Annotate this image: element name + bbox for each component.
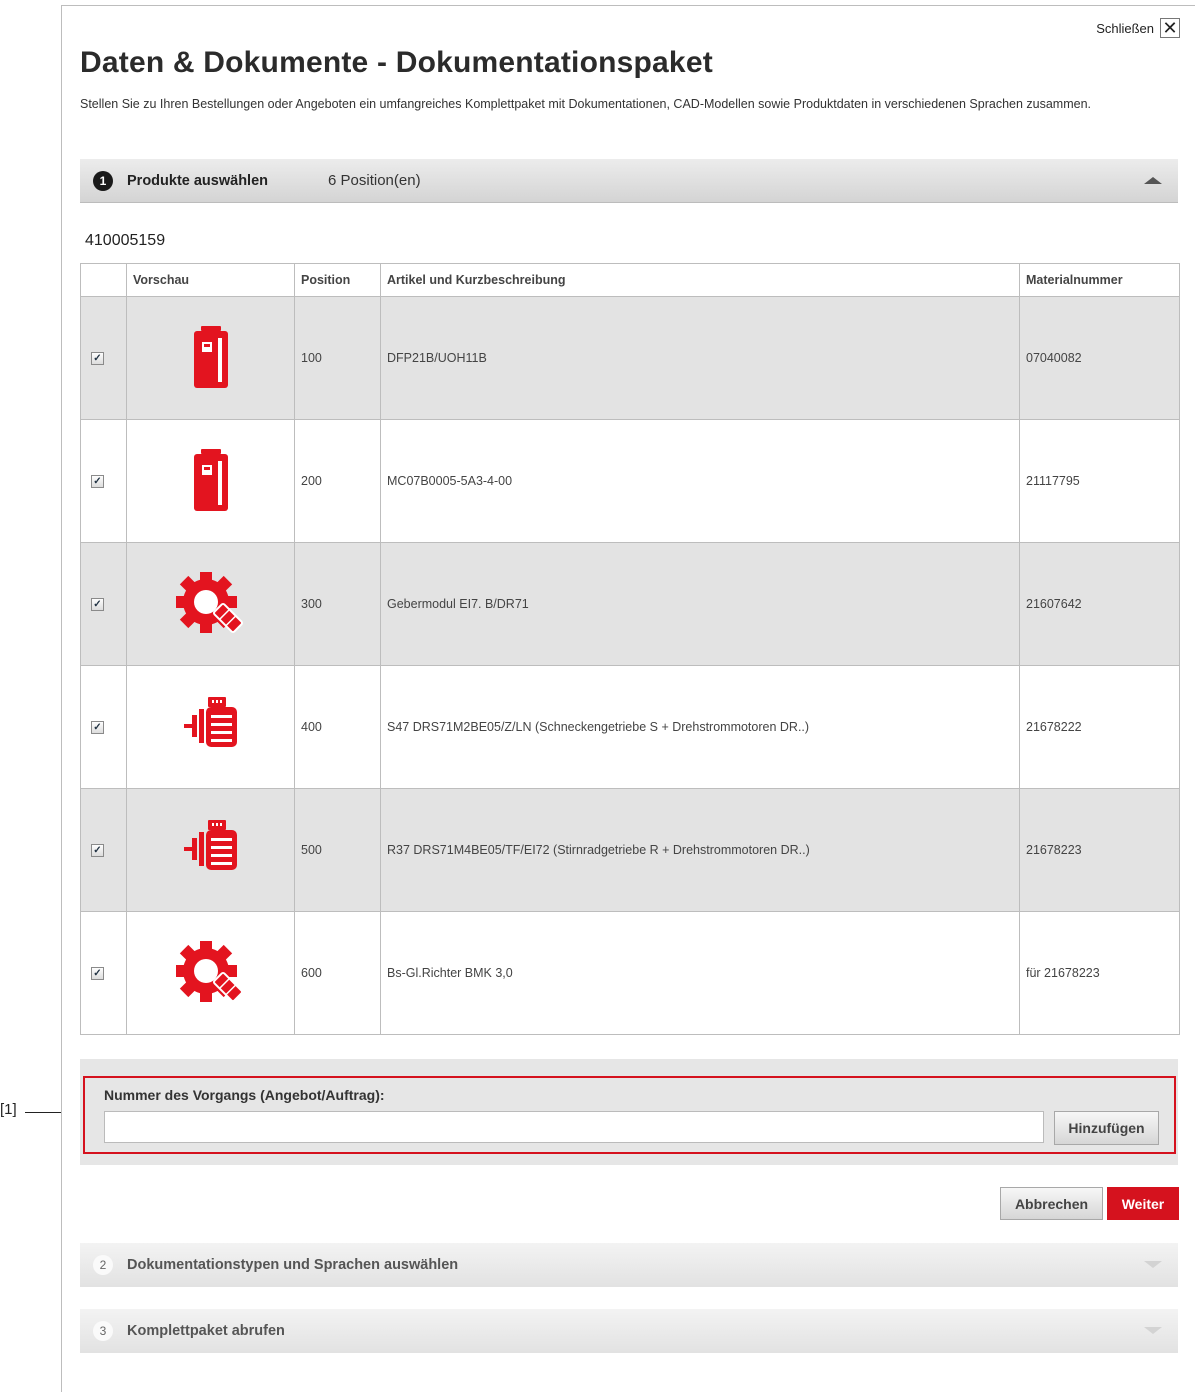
select-cell: ✓ bbox=[80, 665, 127, 789]
step-2-header[interactable]: 2 Dokumentationstypen und Sprachen auswä… bbox=[80, 1243, 1178, 1287]
preview-cell bbox=[126, 419, 295, 543]
step-number: 1 bbox=[93, 170, 113, 191]
order-entry-highlight: Nummer des Vorgangs (Angebot/Auftrag): H… bbox=[83, 1076, 1176, 1154]
table-row: ✓ 500 R37 DRS71M4BE05/TF/EI72 (Stirnradg… bbox=[80, 788, 1180, 912]
collapse-arrow-icon[interactable] bbox=[1144, 177, 1162, 184]
column-header-material: Materialnummer bbox=[1019, 263, 1180, 297]
position-cell: 600 bbox=[294, 911, 381, 1035]
table-header-row: Vorschau Position Artikel und Kurzbeschr… bbox=[80, 263, 1180, 297]
callout-line bbox=[25, 1112, 61, 1113]
step-label: Komplettpaket abrufen bbox=[127, 1323, 285, 1339]
expand-arrow-icon[interactable] bbox=[1144, 1261, 1162, 1268]
material-cell: 07040082 bbox=[1019, 296, 1180, 420]
preview-cell bbox=[126, 296, 295, 420]
table-row: ✓ 200 MC07B0005-5A3-4-00 21117795 bbox=[80, 419, 1180, 543]
select-cell: ✓ bbox=[80, 911, 127, 1035]
preview-cell bbox=[126, 911, 295, 1035]
intro-text: Stellen Sie zu Ihren Bestellungen oder A… bbox=[80, 97, 1092, 111]
column-header-select bbox=[80, 263, 127, 297]
step-3-header[interactable]: 3 Komplettpaket abrufen bbox=[80, 1309, 1178, 1353]
description-cell: DFP21B/UOH11B bbox=[380, 296, 1020, 420]
position-cell: 500 bbox=[294, 788, 381, 912]
table-row: ✓ 400 S47 DRS71M2BE05/Z/LN (Schneckenget… bbox=[80, 665, 1180, 789]
gear-encoder-icon bbox=[175, 941, 246, 1003]
position-cell: 100 bbox=[294, 296, 381, 420]
position-cell: 400 bbox=[294, 665, 381, 789]
row-checkbox[interactable]: ✓ bbox=[91, 720, 104, 734]
row-checkbox[interactable]: ✓ bbox=[91, 597, 104, 611]
preview-cell bbox=[126, 788, 295, 912]
step-number: 3 bbox=[93, 1321, 113, 1341]
select-cell: ✓ bbox=[80, 542, 127, 666]
add-button[interactable]: Hinzufügen bbox=[1054, 1111, 1159, 1145]
column-header-description: Artikel und Kurzbeschreibung bbox=[380, 263, 1020, 297]
row-checkbox[interactable]: ✓ bbox=[91, 351, 104, 365]
close-label: Schließen bbox=[1096, 20, 1154, 36]
inverter-icon bbox=[191, 326, 231, 388]
close-icon[interactable]: ✕ bbox=[1160, 18, 1180, 38]
material-cell: für 21678223 bbox=[1019, 911, 1180, 1035]
description-cell: MC07B0005-5A3-4-00 bbox=[380, 419, 1020, 543]
step-label: Produkte auswählen bbox=[127, 172, 269, 189]
row-checkbox[interactable]: ✓ bbox=[91, 474, 104, 488]
dialog-panel: Schließen ✕ Daten & Dokumente - Dokument… bbox=[61, 5, 1195, 1392]
select-cell: ✓ bbox=[80, 419, 127, 543]
page-title: Daten & Dokumente - Dokumentationspaket bbox=[80, 46, 713, 79]
callout-label: [1] bbox=[0, 1101, 17, 1118]
inverter-icon bbox=[191, 449, 231, 511]
table-row: ✓ 100 DFP21B/UOH11B 07040082 bbox=[80, 296, 1180, 420]
gear-encoder-icon bbox=[175, 572, 246, 634]
table-row: ✓ 600 Bs-Gl.Richter BMK 3,0 für 21678223 bbox=[80, 911, 1180, 1035]
order-entry-label: Nummer des Vorgangs (Angebot/Auftrag): bbox=[104, 1087, 385, 1103]
row-checkbox[interactable]: ✓ bbox=[91, 966, 104, 980]
material-cell: 21117795 bbox=[1019, 419, 1180, 543]
gearmotor-icon bbox=[182, 820, 240, 870]
preview-cell bbox=[126, 542, 295, 666]
material-cell: 21678222 bbox=[1019, 665, 1180, 789]
order-entry-section: Nummer des Vorgangs (Angebot/Auftrag): H… bbox=[80, 1059, 1178, 1165]
description-cell: R37 DRS71M4BE05/TF/EI72 (Stirnradgetrieb… bbox=[380, 788, 1020, 912]
order-number: 410005159 bbox=[85, 232, 166, 249]
product-table: Vorschau Position Artikel und Kurzbeschr… bbox=[80, 263, 1180, 1035]
cancel-button[interactable]: Abbrechen bbox=[1000, 1187, 1103, 1220]
close-button[interactable]: Schließen ✕ bbox=[1096, 18, 1180, 38]
description-cell: Bs-Gl.Richter BMK 3,0 bbox=[380, 911, 1020, 1035]
gearmotor-icon bbox=[182, 697, 240, 747]
next-button[interactable]: Weiter bbox=[1107, 1187, 1179, 1220]
material-cell: 21607642 bbox=[1019, 542, 1180, 666]
position-cell: 200 bbox=[294, 419, 381, 543]
column-header-position: Position bbox=[294, 263, 381, 297]
step-1-header[interactable]: 1 Produkte auswählen 6 Position(en) bbox=[80, 159, 1178, 203]
material-cell: 21678223 bbox=[1019, 788, 1180, 912]
table-row: ✓ 300 Gebermodul EI7. B/DR71 21607642 bbox=[80, 542, 1180, 666]
select-cell: ✓ bbox=[80, 788, 127, 912]
order-number-input[interactable] bbox=[104, 1111, 1044, 1143]
column-header-preview: Vorschau bbox=[126, 263, 295, 297]
row-checkbox[interactable]: ✓ bbox=[91, 843, 104, 857]
step-label: Dokumentationstypen und Sprachen auswähl… bbox=[127, 1257, 459, 1273]
description-cell: Gebermodul EI7. B/DR71 bbox=[380, 542, 1020, 666]
preview-cell bbox=[126, 665, 295, 789]
position-cell: 300 bbox=[294, 542, 381, 666]
expand-arrow-icon[interactable] bbox=[1144, 1327, 1162, 1334]
position-count: 6 Position(en) bbox=[328, 172, 421, 189]
description-cell: S47 DRS71M2BE05/Z/LN (Schneckengetriebe … bbox=[380, 665, 1020, 789]
step-number: 2 bbox=[93, 1255, 113, 1275]
select-cell: ✓ bbox=[80, 296, 127, 420]
